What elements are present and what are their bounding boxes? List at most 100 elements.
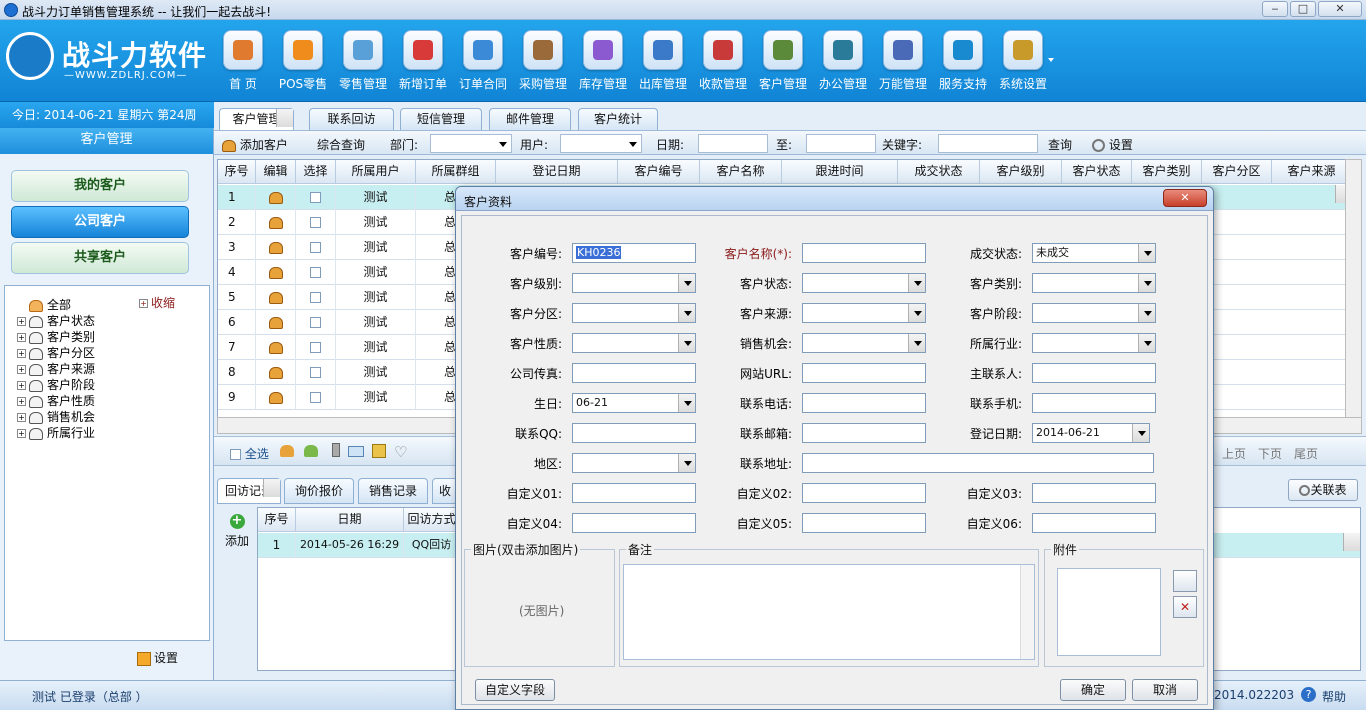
toolbar-button-9[interactable]: 客户管理: [754, 24, 812, 98]
edit-cell[interactable]: [256, 285, 296, 310]
khjd-select[interactable]: [1032, 303, 1156, 323]
add-visit-button[interactable]: + 添加: [222, 514, 252, 549]
tree-item-8[interactable]: + 所属行业: [17, 424, 95, 441]
row-checkbox[interactable]: [310, 317, 321, 328]
edit-user-icon[interactable]: [268, 391, 283, 404]
tab-2[interactable]: 短信管理: [400, 108, 482, 130]
edit-cell[interactable]: [256, 260, 296, 285]
zlxr-input[interactable]: [1032, 363, 1156, 383]
shared-customers-button[interactable]: 共享客户: [11, 242, 189, 274]
date-from-input[interactable]: [698, 134, 768, 153]
edit-user-icon[interactable]: [268, 266, 283, 279]
tree-item-4[interactable]: + 客户来源: [17, 360, 95, 377]
sshy-select[interactable]: [1032, 333, 1156, 353]
edit-cell[interactable]: [256, 385, 296, 410]
khfq-select[interactable]: [572, 303, 696, 323]
column-header[interactable]: 客户来源: [1272, 160, 1350, 184]
sidebar-settings[interactable]: 设置: [137, 649, 178, 666]
table-vertical-scrollbar[interactable]: [1345, 159, 1362, 432]
select-cell[interactable]: [296, 260, 336, 285]
toolbar-button-4[interactable]: 订单合同: [454, 24, 512, 98]
delete-attachment-icon[interactable]: ✕: [1173, 596, 1197, 618]
xsjh-select[interactable]: [802, 333, 926, 353]
tree-item-1[interactable]: + 客户状态: [17, 312, 95, 329]
email-icon[interactable]: [348, 446, 364, 457]
toolbar-button-13[interactable]: 系统设置: [994, 24, 1052, 98]
column-header[interactable]: 客户状态: [1062, 160, 1132, 184]
column-header[interactable]: 回访方式: [404, 508, 460, 532]
row-checkbox[interactable]: [310, 192, 321, 203]
ok-button[interactable]: 确定: [1060, 679, 1126, 701]
column-header[interactable]: 成交状态: [898, 160, 980, 184]
toolbar-button-1[interactable]: POS零售: [274, 24, 332, 98]
edit-cell[interactable]: [256, 235, 296, 260]
zdy04-input[interactable]: [572, 513, 696, 533]
minimize-button[interactable]: ‒: [1262, 1, 1288, 17]
tab-3[interactable]: 邮件管理: [489, 108, 571, 130]
company-customers-button[interactable]: 公司客户: [11, 206, 189, 238]
wzurl-input[interactable]: [802, 363, 926, 383]
row-checkbox[interactable]: [310, 267, 321, 278]
remark-scrollbar[interactable]: [1020, 565, 1034, 659]
toolbar-button-12[interactable]: 服务支持: [934, 24, 992, 98]
khjb-select[interactable]: [572, 273, 696, 293]
transfer-user-icon[interactable]: [304, 445, 318, 457]
filter-settings-button[interactable]: 设置: [1092, 136, 1133, 153]
khxz-select[interactable]: [572, 333, 696, 353]
column-header[interactable]: 客户类别: [1132, 160, 1202, 184]
export-icon[interactable]: [372, 444, 386, 458]
edit-cell[interactable]: [256, 360, 296, 385]
column-header[interactable]: 序号: [258, 508, 296, 532]
column-header[interactable]: 客户分区: [1202, 160, 1272, 184]
row-checkbox[interactable]: [310, 292, 321, 303]
tree-item-2[interactable]: + 客户类别: [17, 328, 95, 345]
remark-textarea[interactable]: [623, 564, 1035, 660]
select-cell[interactable]: [296, 360, 336, 385]
gscz-input[interactable]: [572, 363, 696, 383]
toolbar-button-6[interactable]: 库存管理: [574, 24, 632, 98]
lxsj-input[interactable]: [1032, 393, 1156, 413]
search-button[interactable]: 查询: [1048, 136, 1072, 153]
edit-cell[interactable]: [256, 210, 296, 235]
row-checkbox[interactable]: [310, 392, 321, 403]
column-header[interactable]: 客户级别: [980, 160, 1062, 184]
edit-user-icon[interactable]: [268, 191, 283, 204]
custom-fields-button[interactable]: 自定义字段: [475, 679, 555, 701]
dept-select[interactable]: [430, 134, 512, 153]
row-checkbox[interactable]: [310, 217, 321, 228]
add-attachment-icon[interactable]: [1173, 570, 1197, 592]
select-cell[interactable]: [296, 335, 336, 360]
delete-icon[interactable]: [332, 443, 340, 457]
add-customer-button[interactable]: 添加客户: [222, 136, 288, 153]
khlb-select[interactable]: [1032, 273, 1156, 293]
column-header[interactable]: 日期: [296, 508, 404, 532]
select-cell[interactable]: [296, 185, 336, 210]
tree-item-all[interactable]: 全部: [29, 296, 71, 313]
tab-4[interactable]: 客户统计: [578, 108, 658, 130]
select-cell[interactable]: [296, 385, 336, 410]
tab-0[interactable]: 客户管理: [219, 108, 294, 130]
lxqq-input[interactable]: [572, 423, 696, 443]
toolbar-button-3[interactable]: 新增订单: [394, 24, 452, 98]
dialog-close-button[interactable]: ✕: [1163, 189, 1207, 207]
photo-group[interactable]: 图片(双击添加图片) (无图片): [464, 541, 615, 667]
sr-select[interactable]: 06-21: [572, 393, 696, 413]
help-link[interactable]: 帮助: [1322, 688, 1346, 705]
zdy01-input[interactable]: [572, 483, 696, 503]
edit-user-icon[interactable]: [268, 291, 283, 304]
date-to-input[interactable]: [806, 134, 876, 153]
toolbar-button-5[interactable]: 采购管理: [514, 24, 572, 98]
column-header[interactable]: 客户名称: [700, 160, 782, 184]
column-header[interactable]: 编辑: [256, 160, 296, 184]
toolbar-button-11[interactable]: 万能管理: [874, 24, 932, 98]
column-header[interactable]: 所属群组: [416, 160, 496, 184]
toolbar-more-icon[interactable]: [1048, 58, 1054, 62]
column-header[interactable]: 选择: [296, 160, 336, 184]
select-cell[interactable]: [296, 310, 336, 335]
cancel-button[interactable]: 取消: [1132, 679, 1198, 701]
select-all-checkbox[interactable]: [230, 449, 241, 460]
column-header[interactable]: 客户编号: [618, 160, 700, 184]
last-page-button[interactable]: 尾页: [1294, 445, 1318, 462]
bottom-tab-1[interactable]: 询价报价: [284, 478, 354, 504]
khmc-input[interactable]: [802, 243, 926, 263]
